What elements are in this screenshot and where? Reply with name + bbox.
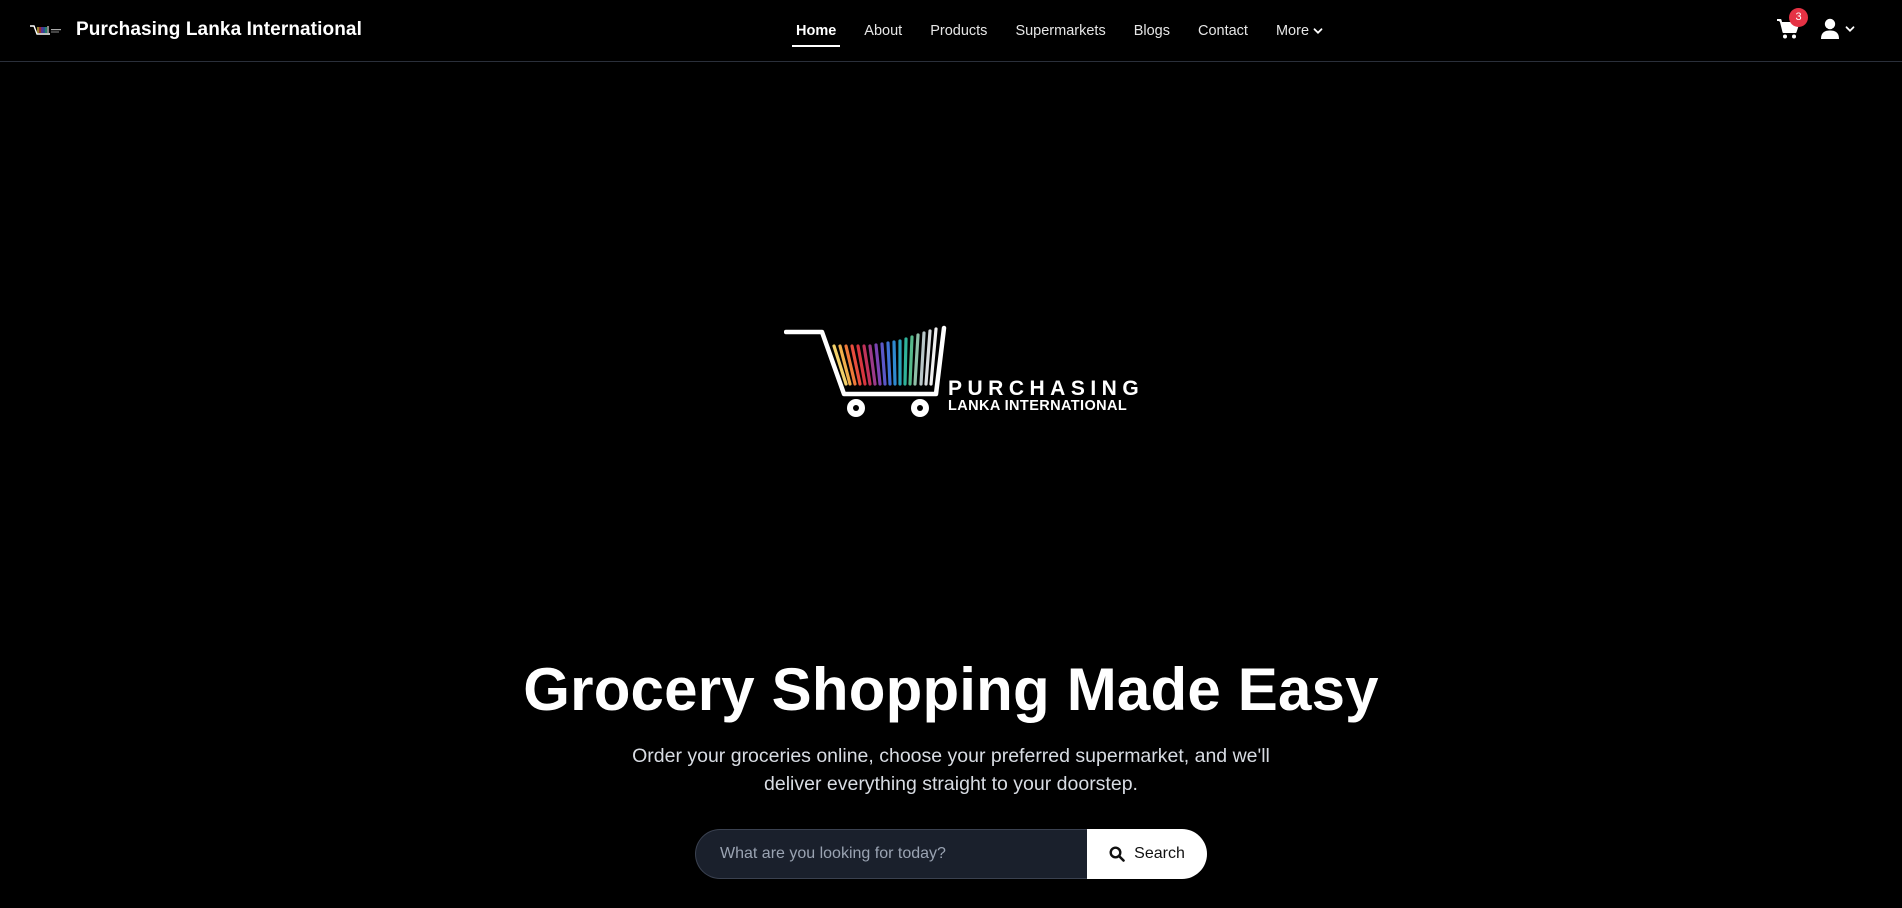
- search-icon: [1109, 846, 1125, 862]
- brand-name: Purchasing Lanka International: [76, 19, 362, 40]
- search-button-label: Search: [1134, 845, 1185, 862]
- nav-home[interactable]: Home: [791, 0, 841, 62]
- nav-more-dropdown[interactable]: More: [1276, 0, 1324, 62]
- user-menu[interactable]: [1820, 17, 1860, 41]
- chevron-down-icon: [1313, 28, 1323, 34]
- hero-logo-line2: LANKA INTERNATIONAL: [948, 398, 1128, 414]
- nav-blogs[interactable]: Blogs: [1134, 0, 1170, 62]
- cart-count-badge: 3: [1789, 8, 1808, 27]
- brand-logo-icon: [30, 25, 61, 35]
- hero-title: Grocery Shopping Made Easy: [523, 656, 1379, 723]
- nav-contact[interactable]: Contact: [1198, 0, 1248, 62]
- hero-search-form: Search: [695, 829, 1207, 879]
- nav-about[interactable]: About: [864, 0, 902, 62]
- search-button[interactable]: Search: [1087, 829, 1207, 879]
- nav-products[interactable]: Products: [930, 0, 987, 62]
- user-icon: [1821, 18, 1839, 39]
- nav-more-label: More: [1275, 23, 1310, 39]
- search-input[interactable]: [695, 829, 1087, 879]
- chevron-down-icon: [1845, 26, 1855, 32]
- hero-subtitle: Order your groceries online, choose your…: [632, 745, 1270, 795]
- top-navbar: Purchasing Lanka International Home Abou…: [0, 0, 1902, 62]
- brand-link[interactable]: Purchasing Lanka International: [28, 14, 362, 46]
- main-nav: Home About Products Supermarkets Blogs C…: [782, 0, 1338, 62]
- nav-supermarkets[interactable]: Supermarkets: [1015, 0, 1105, 62]
